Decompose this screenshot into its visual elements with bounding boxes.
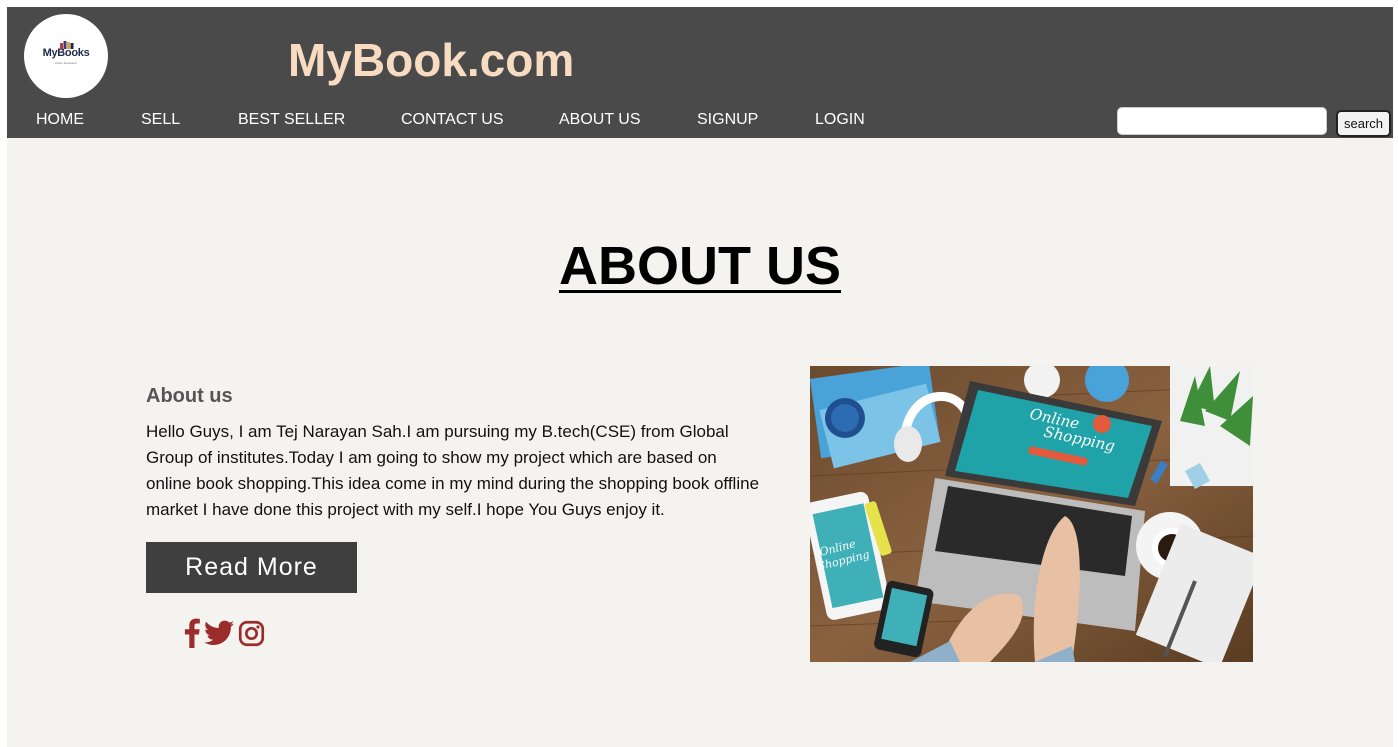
facebook-icon[interactable] xyxy=(184,618,200,653)
nav-signup[interactable]: SIGNUP xyxy=(697,111,758,129)
nav-about-us[interactable]: ABOUT US xyxy=(559,111,641,129)
about-body-text: Hello Guys, I am Tej Narayan Sah.I am pu… xyxy=(146,422,760,519)
search-input[interactable] xyxy=(1117,107,1327,135)
nav-sell[interactable]: SELL xyxy=(141,111,180,129)
social-links xyxy=(184,618,265,653)
books-icon xyxy=(60,41,74,49)
instagram-icon[interactable] xyxy=(238,620,265,652)
site-logo[interactable]: MyBooks online bookstore xyxy=(24,14,108,98)
twitter-icon[interactable] xyxy=(204,620,234,651)
search-button[interactable]: search xyxy=(1336,110,1391,137)
nav-home[interactable]: HOME xyxy=(36,111,84,129)
online-shopping-image: Online Shopping Online Shopping xyxy=(810,366,1253,662)
nav-contact-us[interactable]: CONTACT US xyxy=(401,111,504,129)
top-bar: MyBooks online bookstore MyBook.com HOME… xyxy=(7,7,1393,138)
about-subheading: About us xyxy=(146,385,233,407)
read-more-button[interactable]: Read More xyxy=(146,542,357,593)
logo-subtext: online bookstore xyxy=(54,61,77,65)
page: MyBooks online bookstore MyBook.com HOME… xyxy=(7,7,1393,747)
page-heading: ABOUT US xyxy=(559,236,841,296)
nav-best-seller[interactable]: BEST SELLER xyxy=(238,111,345,129)
nav-login[interactable]: LOGIN xyxy=(815,111,865,129)
main-nav: HOME SELL BEST SELLER CONTACT US ABOUT U… xyxy=(7,101,1107,138)
site-title: MyBook.com xyxy=(288,34,575,86)
